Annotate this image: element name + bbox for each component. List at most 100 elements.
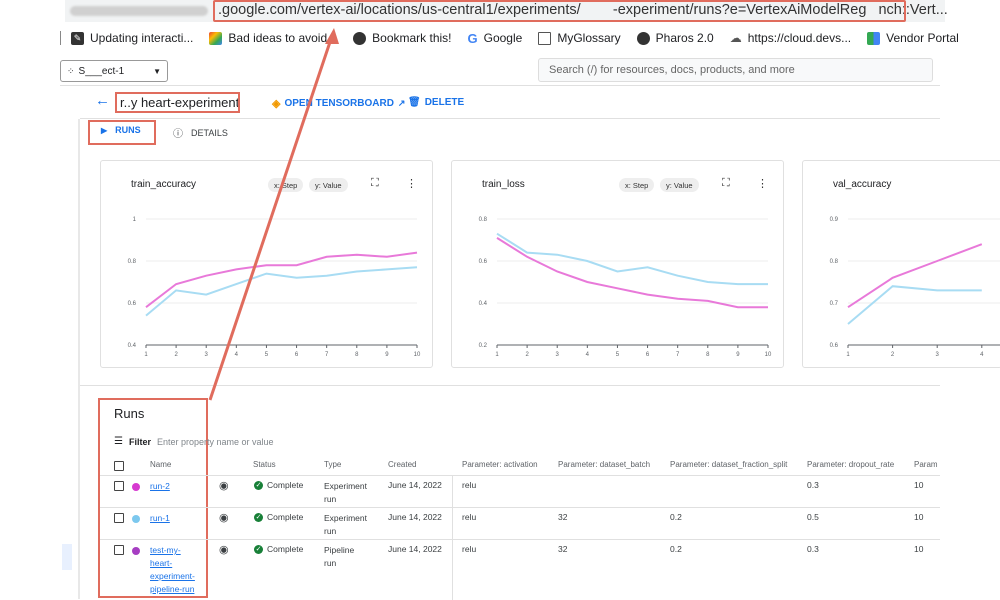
tab-details[interactable]: ⓘ DETAILS <box>173 125 228 141</box>
tab-label: DETAILS <box>191 127 228 138</box>
info-icon: ⓘ <box>173 129 183 140</box>
run-name-part: pipeline-run <box>150 584 195 594</box>
chart-card-train-accuracy: train_accuracy x: Step y: Value ⛶ ⋮ 1 0.8… <box>100 160 433 368</box>
column-header[interactable]: Created <box>388 460 416 469</box>
bookmark-label: https://cloud.devs... <box>747 31 852 45</box>
y-tick-label: 0.4 <box>479 301 488 307</box>
bookmark-item[interactable]: ☁ https://cloud.devs... <box>730 31 851 45</box>
bookmark-item[interactable]: Bad ideas to avoid... <box>209 31 337 45</box>
column-header[interactable]: Parameter: dataset_batch <box>558 460 650 469</box>
filter-bar[interactable]: ☰ Filter Enter property name or value <box>114 436 274 447</box>
row-checkbox[interactable] <box>114 513 124 523</box>
type-cell: Pipeline run <box>324 544 354 570</box>
chevron-down-icon: ▼ <box>153 66 161 76</box>
x-tick-label: 6 <box>295 352 299 358</box>
bookmarks-separator <box>60 31 61 45</box>
trash-icon: 🗑 <box>408 97 421 108</box>
column-header[interactable]: Parameter: dropout_rate <box>807 460 894 469</box>
column-header[interactable]: Param <box>914 460 938 469</box>
y-tick-label: 0.8 <box>830 259 839 265</box>
y-tick-label: 0.4 <box>128 343 137 349</box>
y-tick-label: 0.9 <box>830 217 839 223</box>
eye-icon[interactable]: ◉ <box>219 543 229 556</box>
external-link-icon: ↗ <box>397 98 406 108</box>
eye-icon[interactable]: ◉ <box>219 511 229 524</box>
type-cell: Experiment run <box>324 512 367 538</box>
x-tick-label: 4 <box>235 352 239 358</box>
select-all-checkbox[interactable] <box>114 461 124 471</box>
cell-activation: relu <box>462 544 477 554</box>
y-tick-label: 1 <box>133 217 137 223</box>
column-header[interactable]: Parameter: activation <box>462 460 538 469</box>
search-input[interactable]: Search (/) for resources, docs, products… <box>538 58 933 82</box>
x-tick-label: 3 <box>556 352 560 358</box>
x-tick-label: 7 <box>676 352 680 358</box>
y-tick-label: 0.6 <box>128 301 137 307</box>
runs-tab-highlight-box <box>88 120 156 145</box>
bookmark-item[interactable]: MyGlossary <box>538 31 621 45</box>
chart-svg: 0.9 0.8 0.7 0.6 1 2 3 4 <box>830 217 1000 358</box>
cell-param: 10 <box>914 480 924 490</box>
type-part: Pipeline <box>324 545 355 555</box>
delete-button[interactable]: 🗑 DELETE <box>408 97 464 108</box>
project-selector[interactable]: ⁘ S___ect-1 ▼ <box>60 60 168 82</box>
run-name-part: heart- <box>150 558 173 568</box>
x-tick-label: 9 <box>736 352 740 358</box>
column-header[interactable]: Parameter: dataset_fraction_split <box>670 460 787 469</box>
open-tensorboard-button[interactable]: ◈ OPEN TENSORBOARD ↗ <box>272 97 405 110</box>
bookmark-item[interactable]: Vendor Portal <box>867 31 959 45</box>
run-name-link[interactable]: test-my-heart-experiment-pipeline-run <box>150 544 195 596</box>
y-tick-label: 0.6 <box>479 259 488 265</box>
column-header[interactable]: Type <box>324 460 341 469</box>
row-checkbox[interactable] <box>114 481 124 491</box>
column-header[interactable]: Status <box>253 460 276 469</box>
y-tick-label: 0.8 <box>479 217 488 223</box>
status-text: Complete <box>267 480 304 490</box>
x-tick-label: 7 <box>325 352 329 358</box>
status-cell: ✓ Complete <box>254 480 303 490</box>
x-tick-label: 10 <box>414 352 421 358</box>
status-text: Complete <box>267 544 304 554</box>
x-tick-label: 5 <box>616 352 620 358</box>
type-cell: Experiment run <box>324 480 367 506</box>
check-circle-icon: ✓ <box>254 480 263 490</box>
bookmark-label: Updating interacti... <box>90 31 194 45</box>
type-part: run <box>324 494 337 504</box>
run-name-link[interactable]: run-2 <box>150 480 170 493</box>
divider <box>80 385 940 386</box>
bookmark-item[interactable]: ✎ Updating interacti... <box>71 31 193 45</box>
run-name-link[interactable]: run-1 <box>150 512 170 525</box>
cell-param: 10 <box>914 544 924 554</box>
x-tick-label: 9 <box>385 352 389 358</box>
bookmark-item[interactable]: Pharos 2.0 <box>636 31 714 45</box>
button-label: DELETE <box>424 97 465 108</box>
status-text: Complete <box>267 512 304 522</box>
filter-icon: ☰ <box>114 436 123 447</box>
x-tick-label: 10 <box>765 352 772 358</box>
cell-split: 0.2 <box>670 544 682 554</box>
run-color-dot <box>132 547 140 555</box>
run-name-part: experiment- <box>150 571 195 581</box>
bookmark-item[interactable]: G Google <box>468 31 523 46</box>
row-checkbox[interactable] <box>114 545 124 555</box>
back-arrow-icon[interactable]: ← <box>95 92 110 109</box>
bookmark-label: Bad ideas to avoid... <box>228 31 338 45</box>
x-tick-label: 4 <box>980 352 984 358</box>
bookmark-label: Vendor Portal <box>886 31 959 45</box>
row-divider <box>100 507 940 508</box>
series-line-1 <box>847 285 982 325</box>
x-tick-label: 1 <box>144 352 148 358</box>
bookmark-item[interactable]: Bookmark this! <box>353 31 452 45</box>
check-circle-icon: ✓ <box>254 512 263 522</box>
url-redacted-segment <box>70 6 208 16</box>
type-part: Experiment <box>324 513 367 523</box>
x-tick-label: 2 <box>525 352 529 358</box>
eye-icon[interactable]: ◉ <box>219 479 229 492</box>
series-line-0 <box>847 243 983 309</box>
x-tick-label: 5 <box>265 352 269 358</box>
url-highlight-box <box>213 0 906 22</box>
column-header[interactable]: Name <box>150 460 171 469</box>
y-tick-label: 0.6 <box>830 343 839 349</box>
google-icon: G <box>467 30 478 46</box>
side-highlight <box>62 544 72 570</box>
